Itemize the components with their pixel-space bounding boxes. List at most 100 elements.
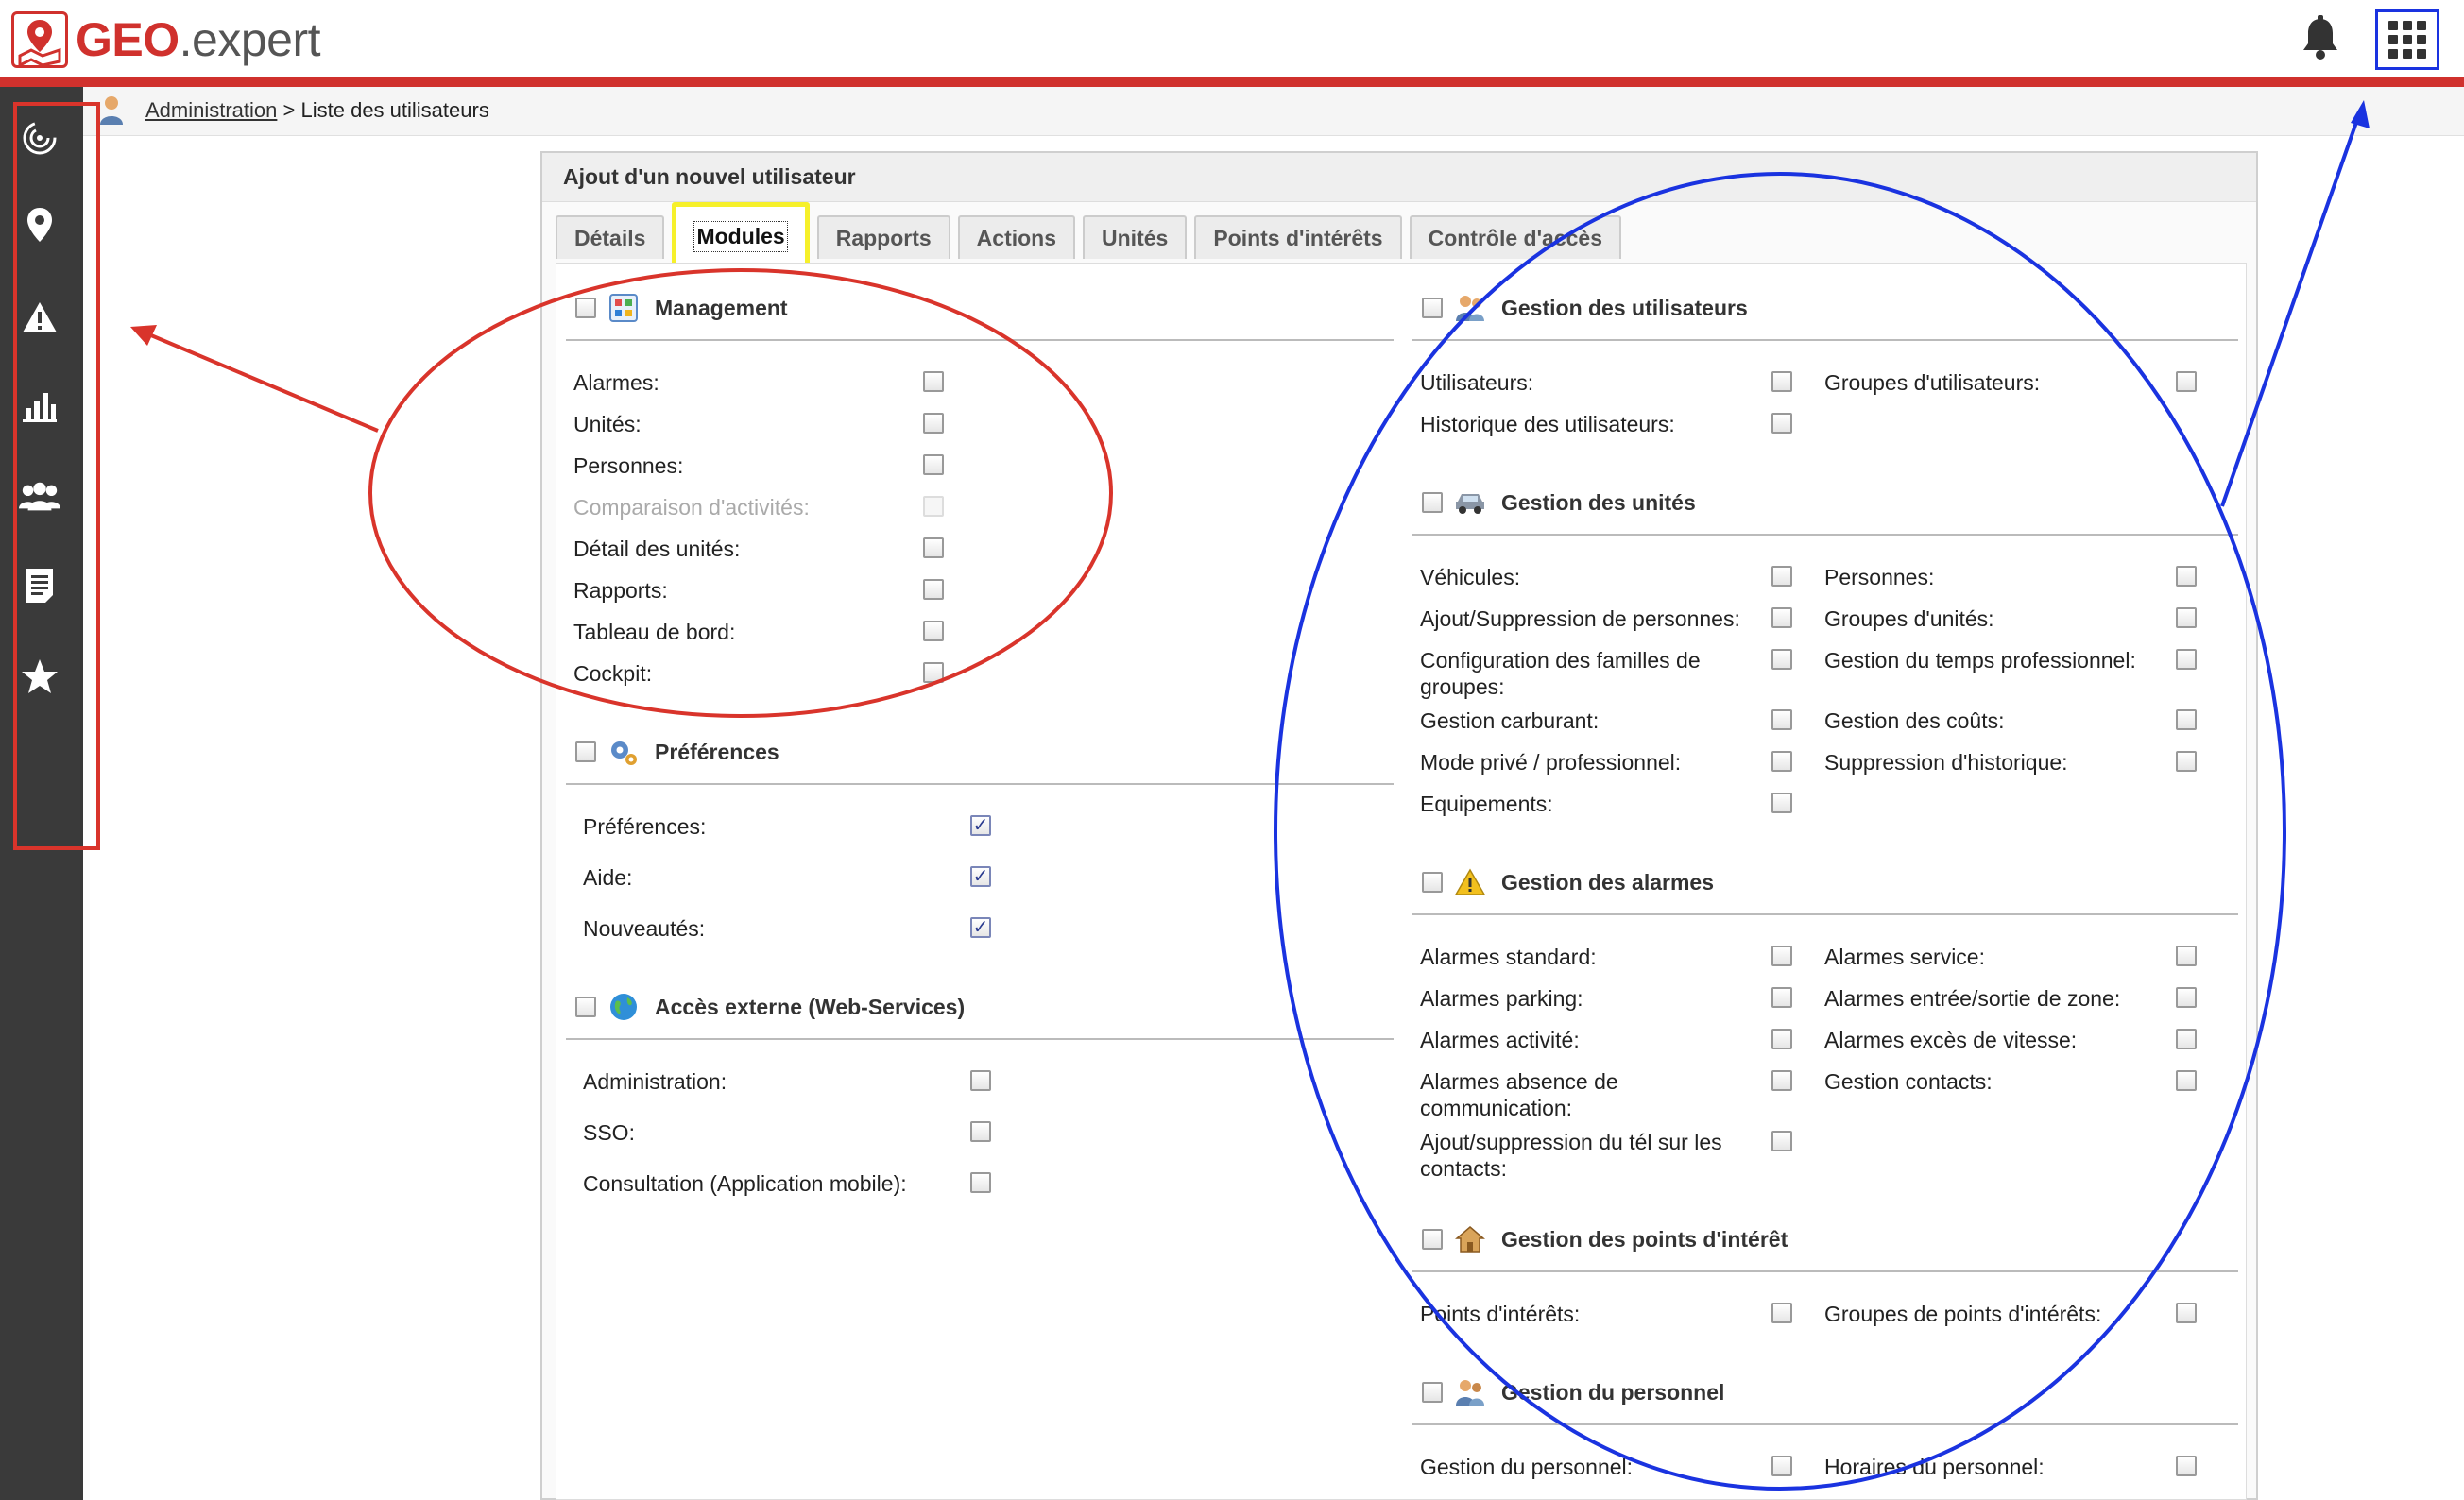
tab-unites[interactable]: Unités <box>1083 215 1188 259</box>
section-poi-title: Gestion des points d'intérêt <box>1422 1223 1788 1255</box>
checkbox-vehicules[interactable] <box>1771 566 1792 587</box>
checkbox-alarmes-standard[interactable] <box>1771 946 1792 966</box>
checkbox-groupes-utilisateurs[interactable] <box>2176 371 2197 392</box>
section-rule <box>566 339 1394 341</box>
checkbox-alarmes-activite[interactable] <box>1771 1029 1792 1049</box>
section-rule <box>566 1038 1394 1040</box>
checkbox-gestion-contacts[interactable] <box>2176 1070 2197 1091</box>
label-groupes-utilisateurs: Groupes d'utilisateurs: <box>1824 370 2041 395</box>
section-management-title: Management <box>575 292 788 324</box>
app-logo[interactable]: GEO.expert <box>11 9 321 70</box>
checkbox-gestion-couts[interactable] <box>2176 709 2197 730</box>
alarms-select-all-checkbox[interactable] <box>1422 872 1443 893</box>
checkbox-configuration-familles-groupes[interactable] <box>1771 649 1792 670</box>
checkbox-alarmes-service[interactable] <box>2176 946 2197 966</box>
house-icon <box>1454 1223 1486 1255</box>
section-rule <box>1412 534 2238 536</box>
breadcrumb-administration-link[interactable]: Administration <box>145 98 277 122</box>
label-gestion-contacts: Gestion contacts: <box>1824 1069 1993 1094</box>
checkbox-unit-personnes[interactable] <box>2176 566 2197 587</box>
label-utilisateurs: Utilisateurs: <box>1420 370 1534 395</box>
red-annotation-arrow <box>139 329 379 433</box>
section-staff-title: Gestion du personnel <box>1422 1376 1724 1408</box>
checkbox-cockpit[interactable] <box>923 662 944 683</box>
label-rapports: Rapports: <box>573 578 668 603</box>
checkbox-gestion-carburant[interactable] <box>1771 709 1792 730</box>
logo-expert-text: .expert <box>179 13 321 66</box>
checkbox-suppression-historique[interactable] <box>2176 751 2197 772</box>
tab-points-interets[interactable]: Points d'intérêts <box>1194 215 1402 259</box>
section-rule <box>1412 1423 2238 1425</box>
poi-select-all-checkbox[interactable] <box>1422 1229 1443 1250</box>
red-arrowhead <box>130 325 157 346</box>
label-vehicules: Véhicules: <box>1420 565 1521 589</box>
label-detail-unites: Détail des unités: <box>573 537 741 561</box>
label-ajout-suppression-personnes: Ajout/Suppression de personnes: <box>1420 606 1740 631</box>
users-select-all-checkbox[interactable] <box>1422 298 1443 318</box>
checkbox-groupes-unites[interactable] <box>2176 607 2197 628</box>
checkbox-points-interets[interactable] <box>1771 1303 1792 1323</box>
header-divider <box>0 77 2464 87</box>
tab-actions[interactable]: Actions <box>957 215 1076 259</box>
checkbox-detail-unites[interactable] <box>923 537 944 558</box>
checkbox-mode-prive-professionnel[interactable] <box>1771 751 1792 772</box>
tab-controle-acces[interactable]: Contrôle d'accès <box>1409 215 1622 259</box>
label-alarmes-standard: Alarmes standard: <box>1420 945 1597 969</box>
checkbox-horaires-personnel[interactable] <box>2176 1456 2197 1476</box>
label-alarmes-activite: Alarmes activité: <box>1420 1028 1580 1052</box>
breadcrumb-current: Liste des utilisateurs <box>300 98 489 122</box>
checkbox-alarmes[interactable] <box>923 371 944 392</box>
label-points-interets: Points d'intérêts: <box>1420 1302 1581 1326</box>
breadcrumb: Administration > Liste des utilisateurs <box>145 98 489 123</box>
tab-details[interactable]: Détails <box>556 215 665 259</box>
label-unit-personnes: Personnes: <box>1824 565 1935 589</box>
label-tableau-de-bord: Tableau de bord: <box>573 620 736 644</box>
modules-content: Management Alarmes: Unités: Personnes: C… <box>556 263 2247 1500</box>
checkbox-utilisateurs[interactable] <box>1771 371 1792 392</box>
management-grid-icon <box>607 292 640 324</box>
checkbox-alarmes-exces-vitesse[interactable] <box>2176 1029 2197 1049</box>
checkbox-equipements[interactable] <box>1771 793 1792 813</box>
label-equipements: Equipements: <box>1420 792 1553 816</box>
management-select-all-checkbox[interactable] <box>575 298 596 318</box>
checkbox-gestion-temps-professionnel[interactable] <box>2176 649 2197 670</box>
staff-select-all-checkbox[interactable] <box>1422 1382 1443 1403</box>
checkbox-tableau-de-bord[interactable] <box>923 621 944 641</box>
checkbox-alarmes-entree-sortie-zone[interactable] <box>2176 987 2197 1008</box>
section-rule <box>1412 1270 2238 1272</box>
label-unites: Unités: <box>573 412 642 436</box>
checkbox-rapports[interactable] <box>923 579 944 600</box>
checkbox-gestion-personnel[interactable] <box>1771 1456 1792 1476</box>
logo-geo-text: GEO <box>76 13 180 66</box>
checkbox-alarmes-absence-communication[interactable] <box>1771 1070 1792 1091</box>
checkbox-administration[interactable] <box>970 1070 991 1091</box>
preferences-select-all-checkbox[interactable] <box>575 741 596 762</box>
checkbox-aide[interactable] <box>970 866 991 887</box>
checkbox-alarmes-parking[interactable] <box>1771 987 1792 1008</box>
sidebar-annotation-box <box>13 102 100 850</box>
tab-modules[interactable]: Modules <box>672 202 810 270</box>
label-nouveautes: Nouveautés: <box>583 916 706 941</box>
gears-icon <box>607 736 640 768</box>
checkbox-groupes-points-interets[interactable] <box>2176 1303 2197 1323</box>
label-alarmes-absence-communication: Alarmes absence de communication: <box>1420 1069 1618 1120</box>
checkbox-unites[interactable] <box>923 413 944 434</box>
checkbox-consultation-mobile[interactable] <box>970 1172 991 1193</box>
map-pin-logo-icon <box>11 11 68 68</box>
apps-grid-button[interactable] <box>2375 9 2439 70</box>
tab-bar: Détails Modules Rapports Actions Unités … <box>556 202 1629 270</box>
checkbox-preferences[interactable] <box>970 815 991 836</box>
checkbox-sso[interactable] <box>970 1121 991 1142</box>
units-select-all-checkbox[interactable] <box>1422 492 1443 513</box>
bell-icon[interactable] <box>2300 15 2341 60</box>
staff-icon <box>1454 1376 1486 1408</box>
checkbox-ajout-suppression-personnes[interactable] <box>1771 607 1792 628</box>
label-configuration-familles-groupes: Configuration des familles de groupes: <box>1420 648 1701 699</box>
checkbox-nouveautes[interactable] <box>970 917 991 938</box>
external-select-all-checkbox[interactable] <box>575 997 596 1017</box>
label-alarmes-service: Alarmes service: <box>1824 945 1985 969</box>
checkbox-ajout-suppression-tel-contacts[interactable] <box>1771 1131 1792 1151</box>
checkbox-historique-utilisateurs[interactable] <box>1771 413 1792 434</box>
tab-rapports[interactable]: Rapports <box>816 215 950 259</box>
checkbox-personnes[interactable] <box>923 454 944 475</box>
